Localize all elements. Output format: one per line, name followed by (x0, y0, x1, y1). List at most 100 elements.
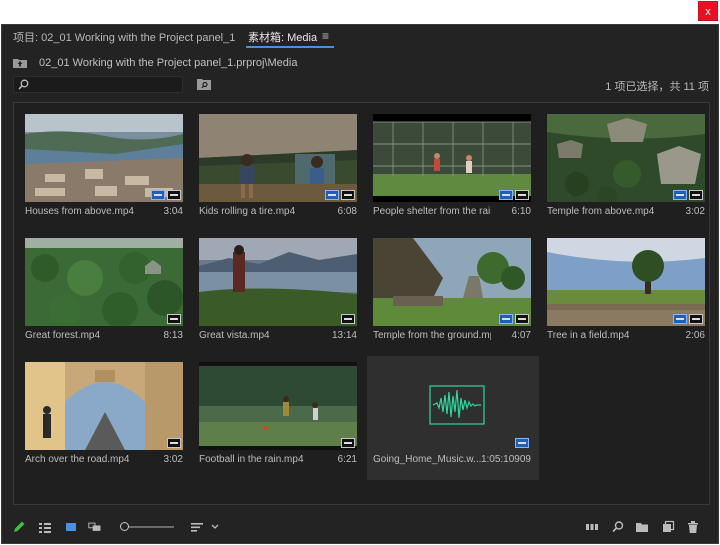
video-usage-icon (689, 314, 703, 324)
zoom-slider-knob[interactable] (120, 522, 129, 531)
clip-badges (341, 314, 355, 324)
bottom-toolbar (2, 517, 718, 539)
clip-tile[interactable]: Going_Home_Music.w... 1:05:10909 (367, 356, 539, 480)
clip-grid-frame: Houses from above.mp4 3:04 Kids rolling a … (13, 102, 710, 505)
clip-duration: 3:02 (685, 206, 705, 217)
clip-name: Kids rolling a tire.mp4 (199, 206, 296, 217)
clip-name: Going_Home_Music.w... (373, 454, 482, 465)
clip-tile[interactable]: Houses from above.mp4 3:04 (19, 108, 191, 232)
new-search-bin-icon[interactable] (197, 78, 211, 90)
clip-badges (499, 190, 529, 200)
list-view-icon[interactable] (38, 520, 52, 534)
window-titlebar: x (0, 0, 720, 24)
tab-bin-media[interactable]: 素材箱: Media (248, 29, 317, 45)
clip-grid: Houses from above.mp4 3:04 Kids rolling a … (14, 103, 709, 504)
sort-icon[interactable] (190, 520, 204, 534)
clip-tile[interactable]: People shelter from the rain... 6:10 (367, 108, 539, 232)
project-panel: 项目: 02_01 Working with the Project panel… (1, 24, 719, 544)
video-usage-icon (167, 438, 181, 448)
video-usage-icon (515, 190, 529, 200)
clip-name: Temple from the ground.mp4 (373, 330, 491, 341)
search-icon (18, 79, 29, 90)
clip-tile[interactable]: Temple from above.mp4 3:02 (541, 108, 713, 232)
icon-view-icon[interactable] (64, 520, 78, 534)
clip-tile[interactable]: Football in the rain.mp4 6:21 (193, 356, 365, 480)
tab-menu-icon[interactable]: ≡ (322, 29, 329, 43)
window-close-button[interactable]: x (698, 1, 718, 21)
clip-thumbnail[interactable] (373, 114, 531, 202)
search-row: 1 项已选择，共 11 项 (2, 76, 718, 94)
trash-icon[interactable] (686, 520, 700, 534)
clip-thumbnail[interactable] (199, 238, 357, 326)
clip-duration: 2:06 (685, 330, 705, 341)
search-box[interactable] (13, 76, 183, 93)
selection-status: 1 项已选择，共 11 项 (605, 81, 709, 93)
video-usage-icon (341, 438, 355, 448)
clip-badges (151, 190, 181, 200)
bin-path-bar: 02_01 Working with the Project panel_1.p… (2, 55, 718, 71)
bin-path: 02_01 Working with the Project panel_1.p… (39, 57, 298, 69)
search-input[interactable] (32, 78, 180, 91)
tab-project[interactable]: 项目: 02_01 Working with the Project panel… (13, 29, 235, 45)
clip-thumbnail[interactable] (25, 362, 183, 450)
clip-tile[interactable]: Kids rolling a tire.mp4 6:08 (193, 108, 365, 232)
clip-duration: 1:05:10909 (480, 454, 531, 465)
clip-duration: 6:21 (337, 454, 357, 465)
clip-tile[interactable]: Arch over the road.mp4 3:02 (19, 356, 191, 480)
active-tab-indicator (246, 46, 334, 48)
clip-thumbnail[interactable] (547, 238, 705, 326)
video-usage-icon (341, 190, 355, 200)
clip-thumbnail[interactable] (547, 114, 705, 202)
clip-tile[interactable]: Great forest.mp4 8:13 (19, 232, 191, 356)
clip-name: Houses from above.mp4 (25, 206, 134, 217)
chevron-down-icon[interactable] (210, 520, 220, 534)
metadata-badge-icon (673, 190, 687, 200)
clip-name: Football in the rain.mp4 (199, 454, 304, 465)
clip-name: Tree in a field.mp4 (547, 330, 630, 341)
clip-thumbnail[interactable] (199, 114, 357, 202)
video-usage-icon (515, 314, 529, 324)
metadata-badge-icon (673, 314, 687, 324)
find-icon[interactable] (611, 520, 625, 534)
clip-name: Great forest.mp4 (25, 330, 101, 341)
audio-waveform-thumbnail[interactable] (373, 362, 531, 450)
metadata-badge-icon (499, 314, 513, 324)
clip-tile[interactable]: Temple from the ground.mp4 4:07 (367, 232, 539, 356)
clip-badges (167, 438, 181, 448)
clip-thumbnail[interactable] (25, 238, 183, 326)
clip-tile[interactable]: Great vista.mp4 13:14 (193, 232, 365, 356)
clip-badges (167, 314, 181, 324)
panel-tab-bar: 项目: 02_01 Working with the Project panel… (2, 25, 718, 49)
clip-duration: 8:13 (163, 330, 183, 341)
zoom-slider-track[interactable] (126, 526, 174, 528)
clip-thumbnail[interactable] (199, 362, 357, 450)
clip-duration: 4:07 (511, 330, 531, 341)
new-item-icon[interactable] (661, 520, 675, 534)
folder-up-icon[interactable] (13, 57, 27, 68)
clip-badges (341, 438, 355, 448)
clip-badges (673, 190, 703, 200)
clip-badges (515, 438, 529, 448)
metadata-badge-icon (325, 190, 339, 200)
clip-tile[interactable]: Tree in a field.mp4 2:06 (541, 232, 713, 356)
clip-badges (325, 190, 355, 200)
clip-thumbnail[interactable] (373, 238, 531, 326)
folder-icon[interactable] (635, 520, 649, 534)
clip-name: People shelter from the rain... (373, 206, 491, 217)
clip-thumbnail[interactable] (25, 114, 183, 202)
clip-duration: 6:10 (511, 206, 531, 217)
metadata-badge-icon (151, 190, 165, 200)
clip-duration: 3:04 (163, 206, 183, 217)
clip-duration: 3:02 (163, 454, 183, 465)
automate-to-sequence-icon[interactable] (585, 520, 599, 534)
freeform-view-icon[interactable] (88, 520, 102, 534)
metadata-badge-icon (499, 190, 513, 200)
clip-duration: 6:08 (337, 206, 357, 217)
pencil-icon[interactable] (12, 520, 26, 534)
video-usage-icon (167, 190, 181, 200)
metadata-badge-icon (515, 438, 529, 448)
clip-duration: 13:14 (331, 330, 357, 341)
clip-name: Great vista.mp4 (199, 330, 270, 341)
video-usage-icon (341, 314, 355, 324)
clip-name: Temple from above.mp4 (547, 206, 655, 217)
